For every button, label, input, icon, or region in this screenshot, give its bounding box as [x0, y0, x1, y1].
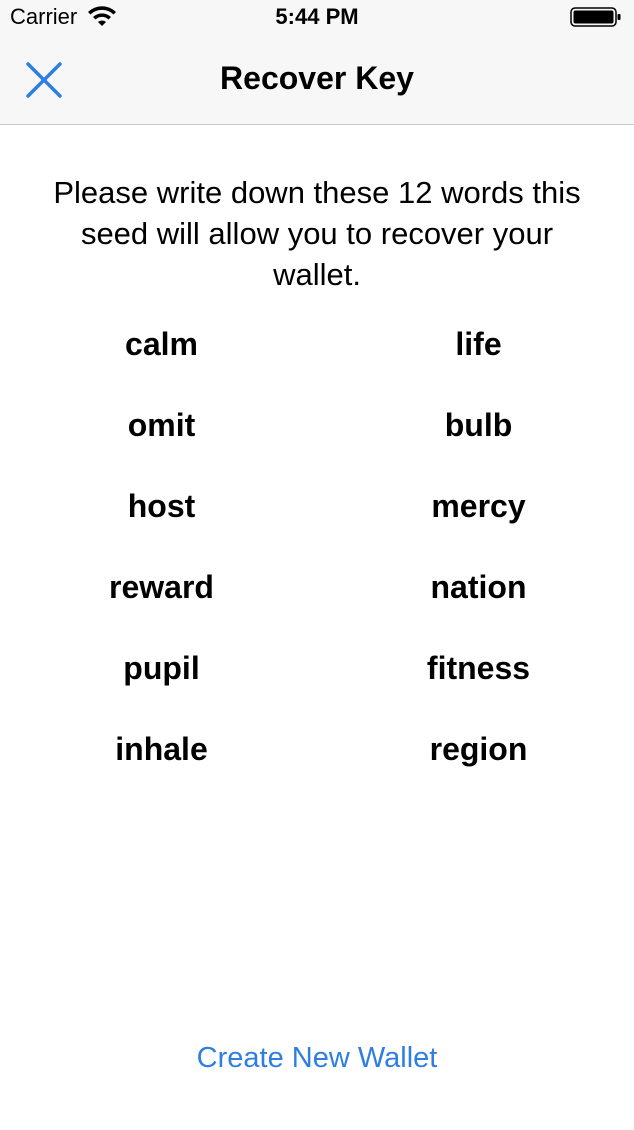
seed-word: nation	[430, 569, 527, 605]
seed-word: pupil	[123, 650, 200, 686]
seed-word: fitness	[426, 650, 531, 686]
seed-word: mercy	[431, 488, 526, 524]
seed-words-grid: calm life omit bulb host mercy reward na…	[0, 322, 634, 808]
seed-word: life	[455, 326, 502, 362]
status-time: 5:44 PM	[275, 4, 359, 29]
seed-word: host	[127, 488, 196, 524]
navigation-bar: Recover Key	[0, 36, 634, 125]
status-bar: Carrier 5:44 PM	[0, 0, 634, 36]
instructions-text: Please write down these 12 words this se…	[53, 175, 581, 292]
seed-word: inhale	[115, 731, 208, 767]
seed-word: reward	[109, 569, 214, 605]
create-new-wallet-button[interactable]: Create New Wallet	[0, 1042, 634, 1075]
seed-word: calm	[125, 326, 198, 362]
seed-word: region	[429, 731, 528, 767]
seed-word: omit	[127, 407, 196, 443]
seed-word: bulb	[444, 407, 513, 443]
battery-icon	[570, 7, 621, 27]
page-title: Recover Key	[220, 60, 414, 96]
